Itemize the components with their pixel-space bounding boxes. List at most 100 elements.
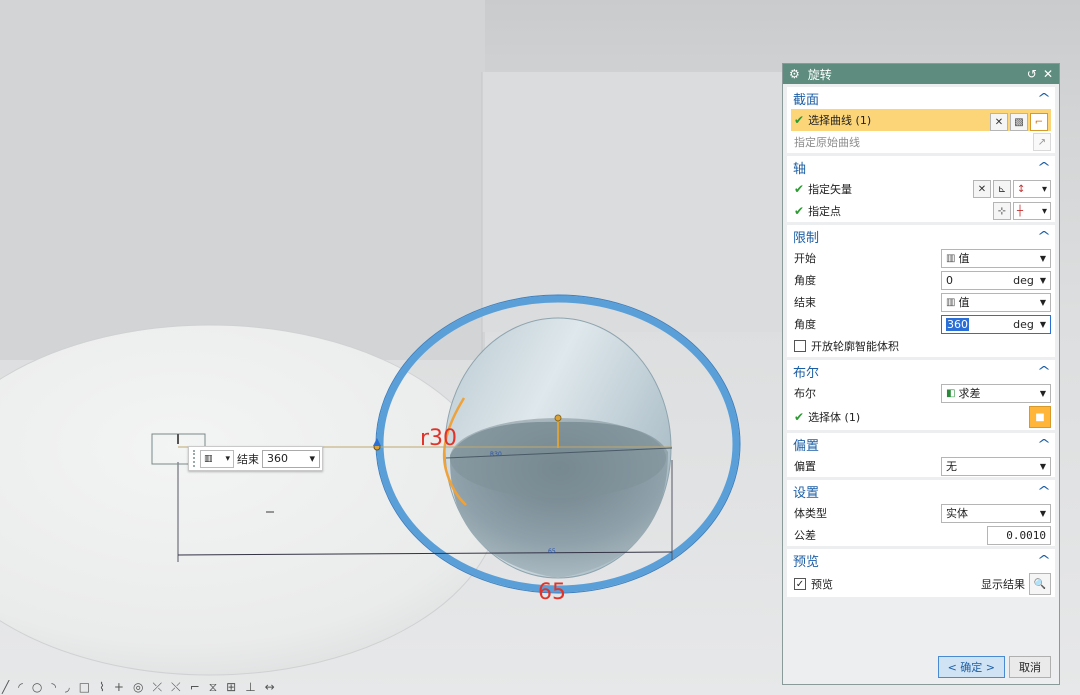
diameter-dimension-label[interactable]: 65 [538, 580, 566, 605]
chamfer-tool-icon[interactable]: ◞ [65, 680, 70, 695]
start-type-value: 值 [958, 252, 970, 265]
end-angle-input[interactable]: 360 deg ▼ [941, 314, 1051, 334]
curve-rule-icon[interactable]: ✕ [990, 113, 1008, 131]
tolerance-input[interactable]: 0.0010 [987, 525, 1051, 545]
specify-vector-row[interactable]: ✔ 指定矢量 ✕ ⊾ ↕ ▾ [787, 178, 1055, 200]
open-profile-row[interactable]: 开放轮廓智能体积 [787, 335, 1055, 357]
original-curve-icon[interactable]: ↗ [1033, 133, 1051, 151]
tolerance-row: 公差 0.0010 [787, 524, 1055, 546]
drag-grip-icon[interactable] [193, 450, 197, 467]
preview-group: 预览 ^ ✓ 预览 显示结果 🔍 [787, 549, 1055, 597]
dynamic-input-box[interactable]: ▥ ▾ 结束 360 ▾ [188, 446, 323, 471]
dialog-title-bar[interactable]: ⚙ 旋转 ↺ ✕ [783, 64, 1059, 84]
boolean-type-select[interactable]: ◧ 求差 ▼ [941, 383, 1051, 403]
radius-small-label: R30 [490, 451, 502, 458]
close-icon[interactable]: ✕ [1043, 67, 1053, 81]
collapse-caret-icon[interactable]: ^ [1037, 437, 1051, 451]
collapse-caret-icon[interactable]: ^ [1037, 364, 1051, 378]
offset-group: 偏置 ^ 偏置 无 ▼ [787, 433, 1055, 477]
reset-icon[interactable]: ↺ [1027, 67, 1037, 81]
extend-tool-icon[interactable]: ⤬ [171, 680, 181, 695]
specify-vector-label: 指定矢量 [808, 183, 853, 196]
chevron-down-icon: ▼ [1039, 388, 1046, 398]
chevron-down-icon: ▼ [1039, 508, 1046, 518]
preview-header[interactable]: 预览 ^ [787, 549, 1055, 571]
chevron-down-icon[interactable]: ▼ [1040, 320, 1046, 329]
body-type-row: 体类型 实体 ▼ [787, 502, 1055, 524]
section-header[interactable]: 截面 ^ [787, 87, 1055, 109]
preview-row: ✓ 预览 显示结果 🔍 [787, 571, 1055, 597]
settings-title: 设置 [793, 485, 820, 501]
collapse-caret-icon[interactable]: ^ [1037, 91, 1051, 105]
collapse-caret-icon[interactable]: ^ [1037, 160, 1051, 174]
mirror-tool-icon[interactable]: ⧖ [209, 680, 217, 695]
vector-type-dropdown[interactable]: ↕ ▾ [1013, 180, 1051, 198]
line-tool-icon[interactable]: ╱ [2, 680, 9, 695]
end-type-value: 值 [958, 296, 970, 309]
reverse-direction-icon[interactable]: ✕ [973, 180, 991, 198]
start-angle-row: 角度 0 deg ▼ [787, 269, 1055, 291]
vector-dialog-icon[interactable]: ⊾ [993, 180, 1011, 198]
body-type-select[interactable]: 实体 ▼ [941, 503, 1051, 523]
offset-header[interactable]: 偏置 ^ [787, 433, 1055, 455]
axis-header[interactable]: 轴 ^ [787, 156, 1055, 178]
select-body-label: 选择体 (1) [808, 411, 861, 424]
chevron-down-icon[interactable]: ▼ [1040, 276, 1046, 285]
start-angle-input[interactable]: 0 deg ▼ [941, 270, 1051, 290]
point-type-dropdown[interactable]: ┼ ▾ [1013, 202, 1051, 220]
offset-select[interactable]: 无 ▼ [941, 456, 1051, 476]
point-tool-icon[interactable]: + [114, 680, 124, 695]
end-angle-label: 角度 [794, 318, 816, 331]
value-type-dropdown[interactable]: ▥ ▾ [200, 449, 234, 468]
settings-header[interactable]: 设置 ^ [787, 480, 1055, 502]
corner-tool-icon[interactable]: ⌐ [190, 680, 200, 695]
rectangle-tool-icon[interactable]: □ [79, 680, 90, 695]
value-type-icon: ▥ [946, 252, 956, 264]
boolean-header[interactable]: 布尔 ^ [787, 360, 1055, 382]
pattern-tool-icon[interactable]: ⊞ [226, 680, 236, 695]
plate-body[interactable] [0, 324, 501, 676]
collapse-caret-icon[interactable]: ^ [1037, 484, 1051, 498]
start-angle-unit: deg [1013, 273, 1034, 287]
circle-tool-icon[interactable]: ○ [32, 680, 42, 695]
trim-tool-icon[interactable]: ⤫ [152, 680, 162, 695]
open-profile-checkbox[interactable] [794, 340, 806, 352]
offset-tool-icon[interactable]: ◎ [133, 680, 143, 695]
fillet-tool-icon[interactable]: ◝ [51, 680, 56, 695]
background-pane [0, 0, 485, 360]
end-type-select[interactable]: ▥ 值 ▼ [941, 292, 1051, 312]
radius-dimension-label[interactable]: r30 [420, 426, 457, 451]
dynamic-end-input[interactable]: 360 ▾ [262, 449, 320, 468]
constraint-tool-icon[interactable]: ⊥ [245, 680, 255, 695]
start-type-select[interactable]: ▥ 值 ▼ [941, 248, 1051, 268]
chevron-down-icon: ▾ [309, 452, 315, 465]
boolean-type-value: 求差 [958, 387, 981, 400]
specify-point-row[interactable]: ✔ 指定点 ⊹ ┼ ▾ [787, 200, 1055, 222]
collapse-caret-icon[interactable]: ^ [1037, 553, 1051, 567]
value-type-icon: ▥ [946, 296, 956, 308]
preview-checkbox[interactable]: ✓ [794, 578, 806, 590]
check-icon: ✔ [794, 182, 805, 196]
gear-icon[interactable]: ⚙ [789, 67, 800, 81]
ok-button[interactable]: < 确定 > [937, 656, 1005, 678]
point-dialog-icon[interactable]: ⊹ [993, 202, 1011, 220]
specify-original-curve-row[interactable]: 指定原始曲线 ↗ [787, 131, 1055, 153]
cancel-button[interactable]: 取消 [1009, 656, 1051, 678]
section-title: 截面 [793, 92, 820, 108]
show-result-magnifier-icon[interactable]: 🔍 [1029, 573, 1051, 595]
select-curve-icon[interactable]: ⌐ [1030, 113, 1048, 131]
dimension-tool-icon[interactable]: ↔ [265, 680, 275, 695]
polyline-tool-icon[interactable]: ⌇ [99, 680, 105, 695]
solid-body-icon[interactable]: ■ [1029, 406, 1051, 428]
arc-tool-icon[interactable]: ◜ [18, 680, 23, 695]
select-body-row[interactable]: ✔ 选择体 (1) ■ [787, 404, 1055, 430]
collapse-caret-icon[interactable]: ^ [1037, 229, 1051, 243]
limits-header[interactable]: 限制 ^ [787, 225, 1055, 247]
body-type-label: 体类型 [794, 507, 827, 520]
tolerance-label: 公差 [794, 529, 816, 542]
settings-group: 设置 ^ 体类型 实体 ▼ 公差 0.0010 [787, 480, 1055, 546]
body-type-value: 实体 [946, 507, 968, 520]
boolean-label: 布尔 [794, 387, 816, 400]
axis-handle-point[interactable] [554, 414, 562, 422]
sketch-section-icon[interactable]: ▧ [1010, 113, 1028, 131]
